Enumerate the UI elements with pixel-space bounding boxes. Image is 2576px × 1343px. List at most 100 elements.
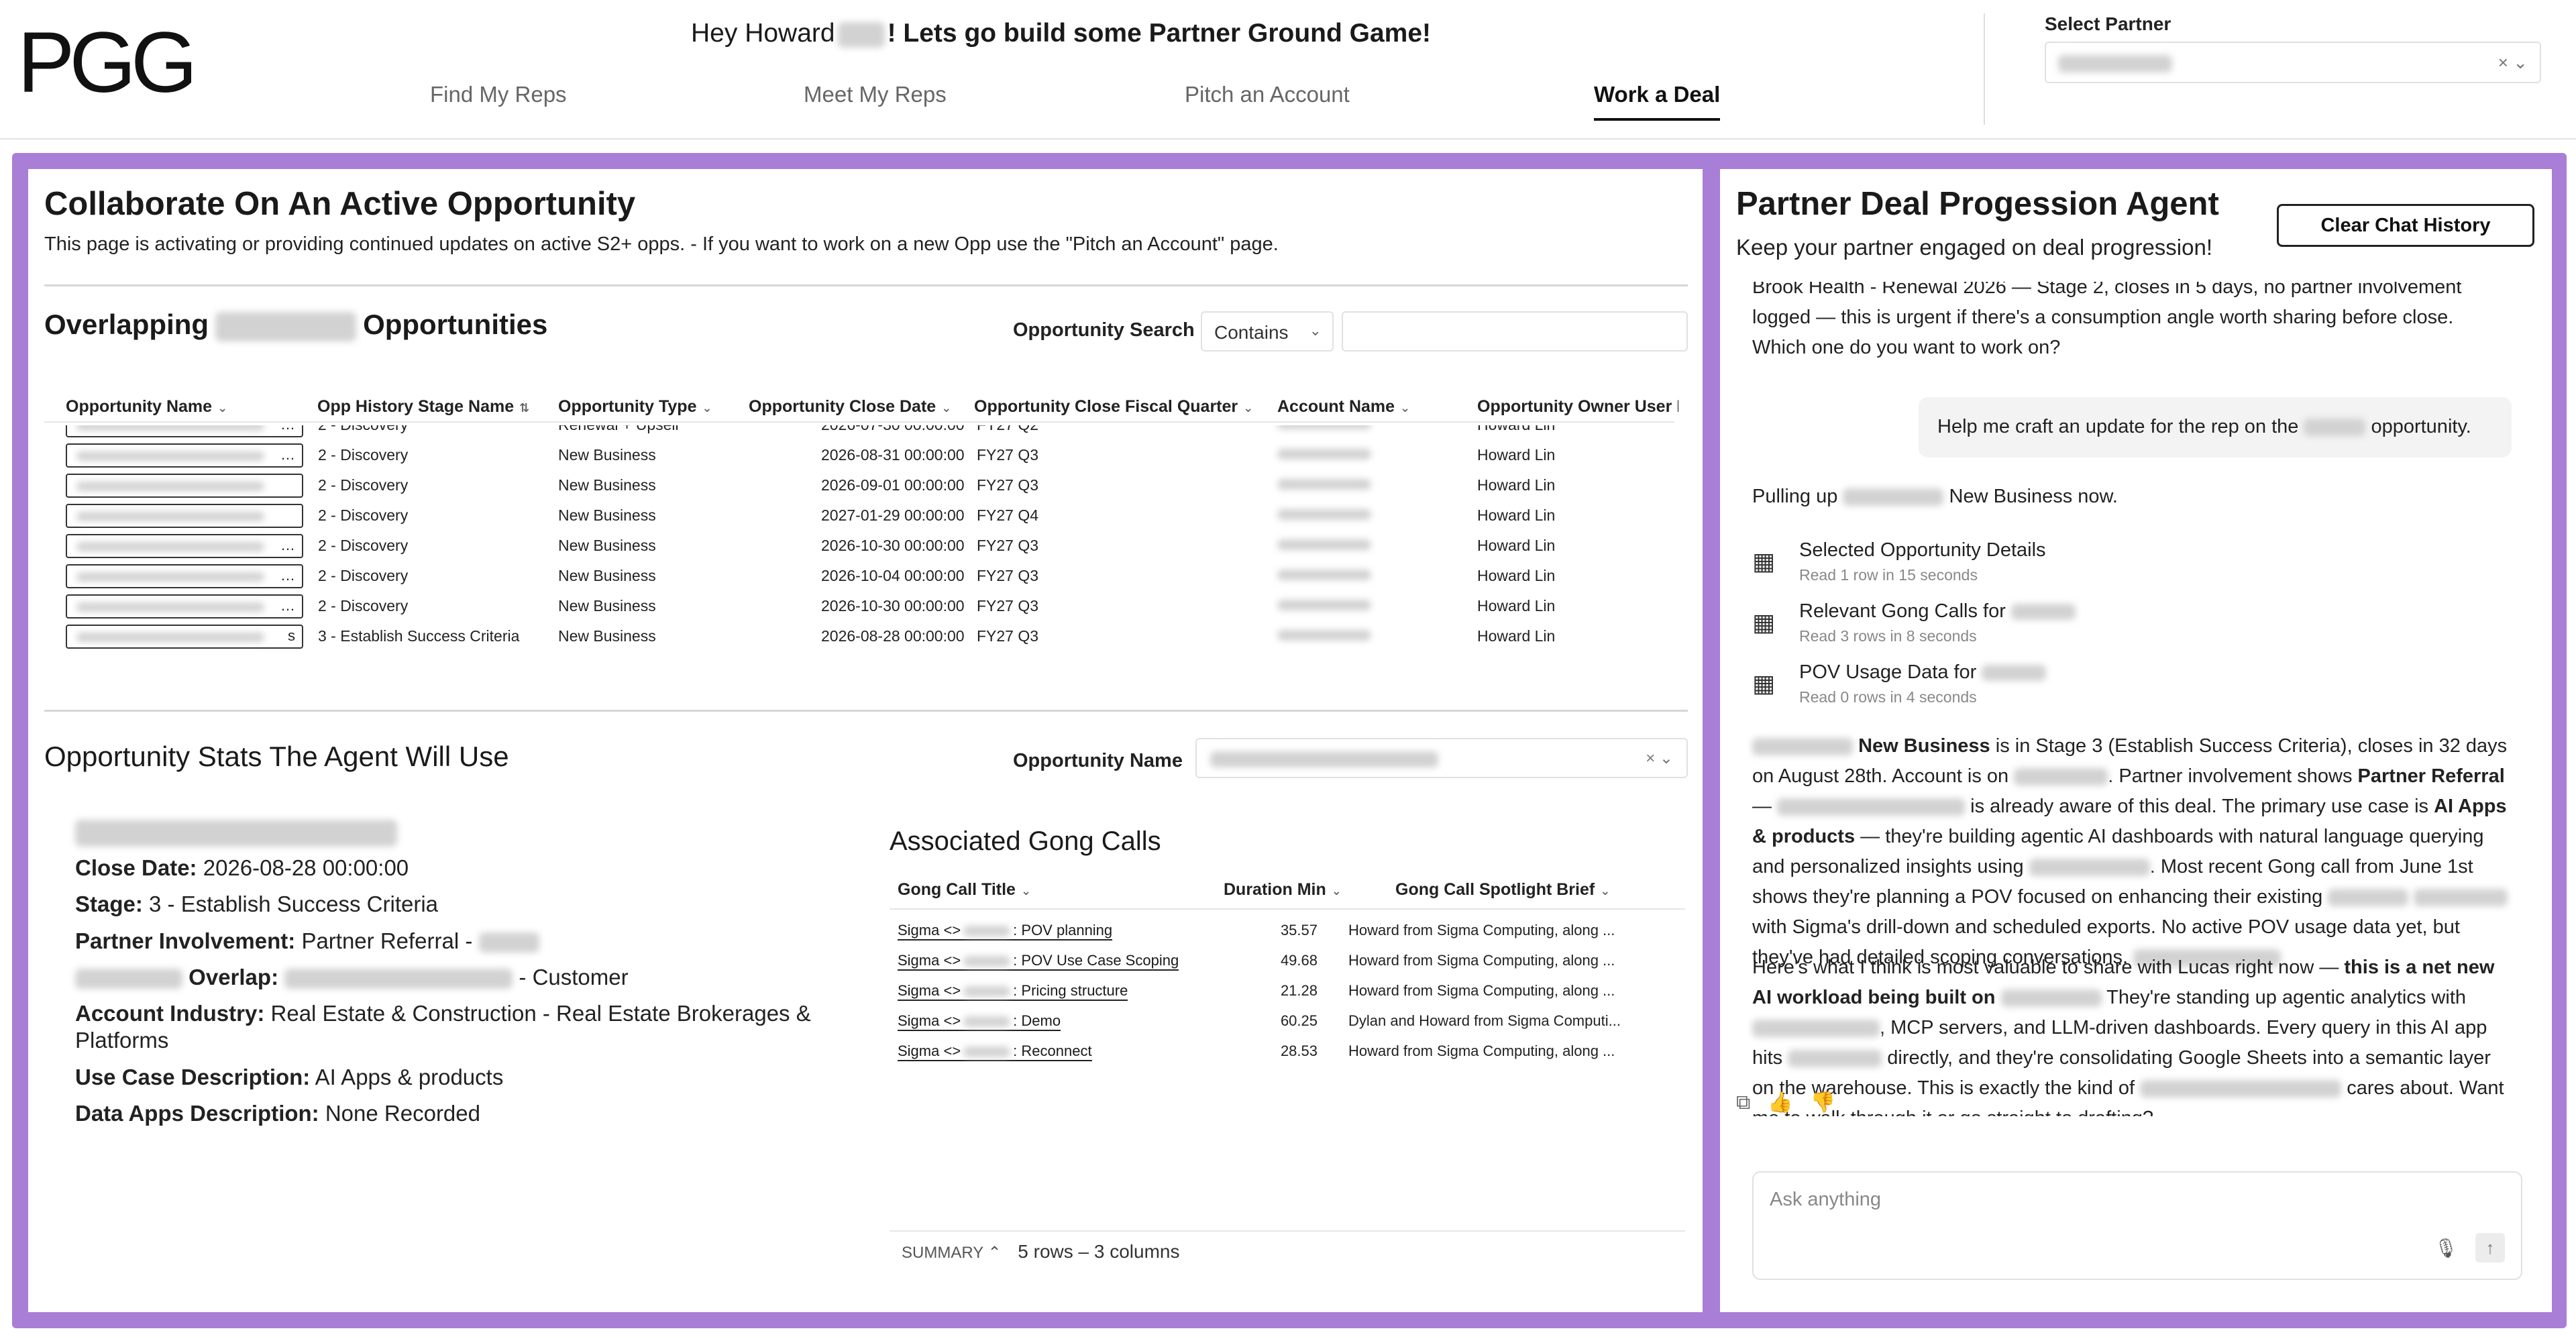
table-row[interactable]: … 2 - Discovery New Business 2026-10-04 …: [44, 560, 1674, 590]
clear-icon[interactable]: ×: [1646, 749, 1655, 767]
stage-cell: 2 - Discovery: [318, 597, 409, 614]
microphone-icon[interactable]: 🎙: [2434, 1237, 2458, 1259]
opportunity-name-select[interactable]: × ⌄: [1195, 738, 1688, 778]
redacted-account: [2010, 604, 2076, 621]
opportunity-name-cell[interactable]: …: [66, 564, 303, 588]
summary-label: SUMMARY: [902, 1244, 983, 1262]
clear-icon[interactable]: ×: [2498, 52, 2508, 72]
gong-call-link[interactable]: Sigma <>: Pricing structure: [898, 982, 1128, 1001]
thumbs-up-icon[interactable]: 👍: [1768, 1091, 1792, 1114]
table-footer-line: [890, 1230, 1685, 1232]
type-cell: New Business: [558, 627, 656, 645]
col-stage-name[interactable]: Opp History Stage Name ⇅: [317, 397, 529, 417]
partner-select-controls: × ⌄: [2498, 52, 2528, 73]
col-close-fiscal-quarter[interactable]: Opportunity Close Fiscal Quarter ⌄: [974, 397, 1253, 417]
redacted-partner: [963, 1046, 1011, 1058]
msg-text: hits: [1752, 1046, 1783, 1069]
col-account-name[interactable]: Account Name ⌄: [1277, 397, 1410, 417]
tool-call[interactable]: ▦ POV Usage Data for Read 0 rows in 4 se…: [1752, 661, 2289, 715]
ellipsis: s: [288, 627, 295, 644]
user-message: Help me craft an update for the rep on t…: [1919, 397, 2512, 458]
tab-find-my-reps[interactable]: Find My Reps: [430, 82, 567, 118]
stage-cell: 2 - Discovery: [318, 537, 409, 554]
close-date-cell: 2026-10-30 00:00:00: [821, 597, 965, 614]
app-logo[interactable]: PGG: [17, 20, 197, 106]
tool-call[interactable]: ▦ Relevant Gong Calls for Read 3 rows in…: [1752, 600, 2289, 654]
col-label: Opportunity Close Date: [749, 397, 936, 416]
thumbs-down-icon[interactable]: 👎: [1811, 1091, 1835, 1114]
clear-chat-button[interactable]: Clear Chat History: [2277, 204, 2534, 247]
opportunity-search-input[interactable]: [1342, 311, 1688, 352]
col-opportunity-type[interactable]: Opportunity Type ⌄: [558, 397, 712, 417]
table-row[interactable]: … 2 - Discovery New Business 2026-08-31 …: [44, 439, 1674, 470]
user-text-post: opportunity.: [2371, 416, 2471, 437]
opportunity-name-cell[interactable]: [66, 474, 303, 498]
table-icon: ▦: [1752, 547, 1776, 575]
opportunity-name-cell[interactable]: s: [66, 625, 303, 649]
greeting-bang: !: [887, 19, 896, 48]
table-row[interactable]: … 2 - Discovery Renewal + Upsell 2026-07…: [44, 425, 1674, 439]
col-gong-call-title[interactable]: Gong Call Title ⌄: [898, 880, 1031, 900]
partner-select[interactable]: × ⌄: [2045, 42, 2541, 83]
gong-call-link[interactable]: Sigma <>: POV planning: [898, 922, 1113, 941]
table-row[interactable]: s 3 - Establish Success Criteria New Bus…: [44, 621, 1674, 651]
redacted-platform: [2014, 768, 2108, 786]
opportunity-name-cell[interactable]: …: [66, 425, 303, 437]
opportunity-table-body: … 2 - Discovery Renewal + Upsell 2026-07…: [44, 425, 1674, 653]
msg-text: Here's what I think is most valuable to …: [1752, 957, 2339, 978]
redacted-opp-name: [76, 482, 264, 491]
table-row[interactable]: … 2 - Discovery New Business 2026-10-30 …: [44, 530, 1674, 560]
tab-pitch-an-account[interactable]: Pitch an Account: [1185, 82, 1350, 118]
gong-call-link[interactable]: Sigma <>: Reconnect: [898, 1042, 1092, 1061]
table-row[interactable]: Sigma <>: Reconnect 28.53 Howard from Si…: [890, 1034, 1685, 1065]
table-row[interactable]: Sigma <>: POV Use Case Scoping 49.68 How…: [890, 944, 1685, 974]
stat-label: Data Apps Description:: [75, 1100, 319, 1126]
select-controls: × ⌄: [1646, 749, 1673, 768]
copy-icon[interactable]: ⧉: [1736, 1091, 1750, 1114]
msg-text: They're standing up agentic analytics wi…: [2106, 986, 2467, 1008]
opportunity-name-cell[interactable]: …: [66, 534, 303, 558]
title-post: : Pricing structure: [1013, 982, 1128, 999]
col-duration[interactable]: Duration Min ⌄: [1224, 880, 1342, 900]
opportunity-name-cell[interactable]: …: [66, 594, 303, 619]
table-summary[interactable]: SUMMARY ⌃ 5 rows – 3 columns: [902, 1241, 1179, 1263]
tool-name: Relevant Gong Calls for: [1799, 600, 2076, 623]
tool-name: Selected Opportunity Details: [1799, 539, 2046, 561]
message-line: logged — this is urgent if there's a con…: [1752, 306, 2454, 328]
msg-bold: New Business: [1858, 735, 1990, 757]
col-opportunity-name[interactable]: Opportunity Name ⌄: [66, 397, 227, 417]
opportunity-name-cell[interactable]: [66, 504, 303, 528]
table-row[interactable]: 2 - Discovery New Business 2027-01-29 00…: [44, 500, 1674, 530]
chevron-down-icon[interactable]: ⌄: [2513, 52, 2528, 72]
msg-text: —: [1752, 795, 1772, 817]
ellipsis: …: [280, 567, 295, 584]
table-row[interactable]: 2 - Discovery New Business 2026-09-01 00…: [44, 470, 1674, 500]
table-row[interactable]: Sigma <>: Demo 60.25 Dylan and Howard fr…: [890, 1004, 1685, 1034]
chevron-down-icon: ⌄: [1331, 884, 1342, 898]
stat-data-apps: Data Apps Description: None Recorded: [75, 1100, 867, 1127]
tab-meet-my-reps[interactable]: Meet My Reps: [804, 82, 947, 118]
agent-title: Partner Deal Progession Agent: [1736, 186, 2219, 222]
stat-use-case: Use Case Description: AI Apps & products: [75, 1064, 867, 1091]
chat-input[interactable]: Ask anything 🎙 ↑: [1752, 1171, 2522, 1280]
owner-cell: Howard Lin: [1477, 476, 1556, 494]
gong-call-link[interactable]: Sigma <>: Demo: [898, 1012, 1061, 1031]
chevron-down-icon[interactable]: ⌄: [1660, 749, 1673, 767]
tab-work-a-deal[interactable]: Work a Deal: [1594, 82, 1721, 121]
col-owner[interactable]: Opportunity Owner User Nam: [1477, 397, 1678, 417]
col-close-date[interactable]: Opportunity Close Date ⌄: [749, 397, 951, 417]
gong-call-link[interactable]: Sigma <>: POV Use Case Scoping: [898, 952, 1179, 971]
opportunity-name-cell[interactable]: …: [66, 443, 303, 468]
table-row[interactable]: Sigma <>: Pricing structure 21.28 Howard…: [890, 974, 1685, 1004]
tool-detail: Read 1 row in 15 seconds: [1799, 566, 1978, 584]
table-row[interactable]: Sigma <>: POV planning 35.57 Howard from…: [890, 914, 1685, 944]
send-button[interactable]: ↑: [2475, 1233, 2505, 1263]
tool-call[interactable]: ▦ Selected Opportunity Details Read 1 ro…: [1752, 539, 2289, 593]
assistant-message: New Business is in Stage 3 (Establish Su…: [1752, 731, 2510, 973]
opportunity-name-label: Opportunity Name: [1013, 750, 1183, 771]
col-spotlight-brief[interactable]: Gong Call Spotlight Brief ⌄: [1395, 880, 1610, 900]
stat-stage: Stage: 3 - Establish Success Criteria: [75, 891, 867, 918]
table-row[interactable]: … 2 - Discovery New Business 2026-10-30 …: [44, 590, 1674, 621]
message-text: New Business now.: [1949, 486, 2118, 507]
search-mode-select[interactable]: Contains ⌄: [1201, 311, 1334, 352]
